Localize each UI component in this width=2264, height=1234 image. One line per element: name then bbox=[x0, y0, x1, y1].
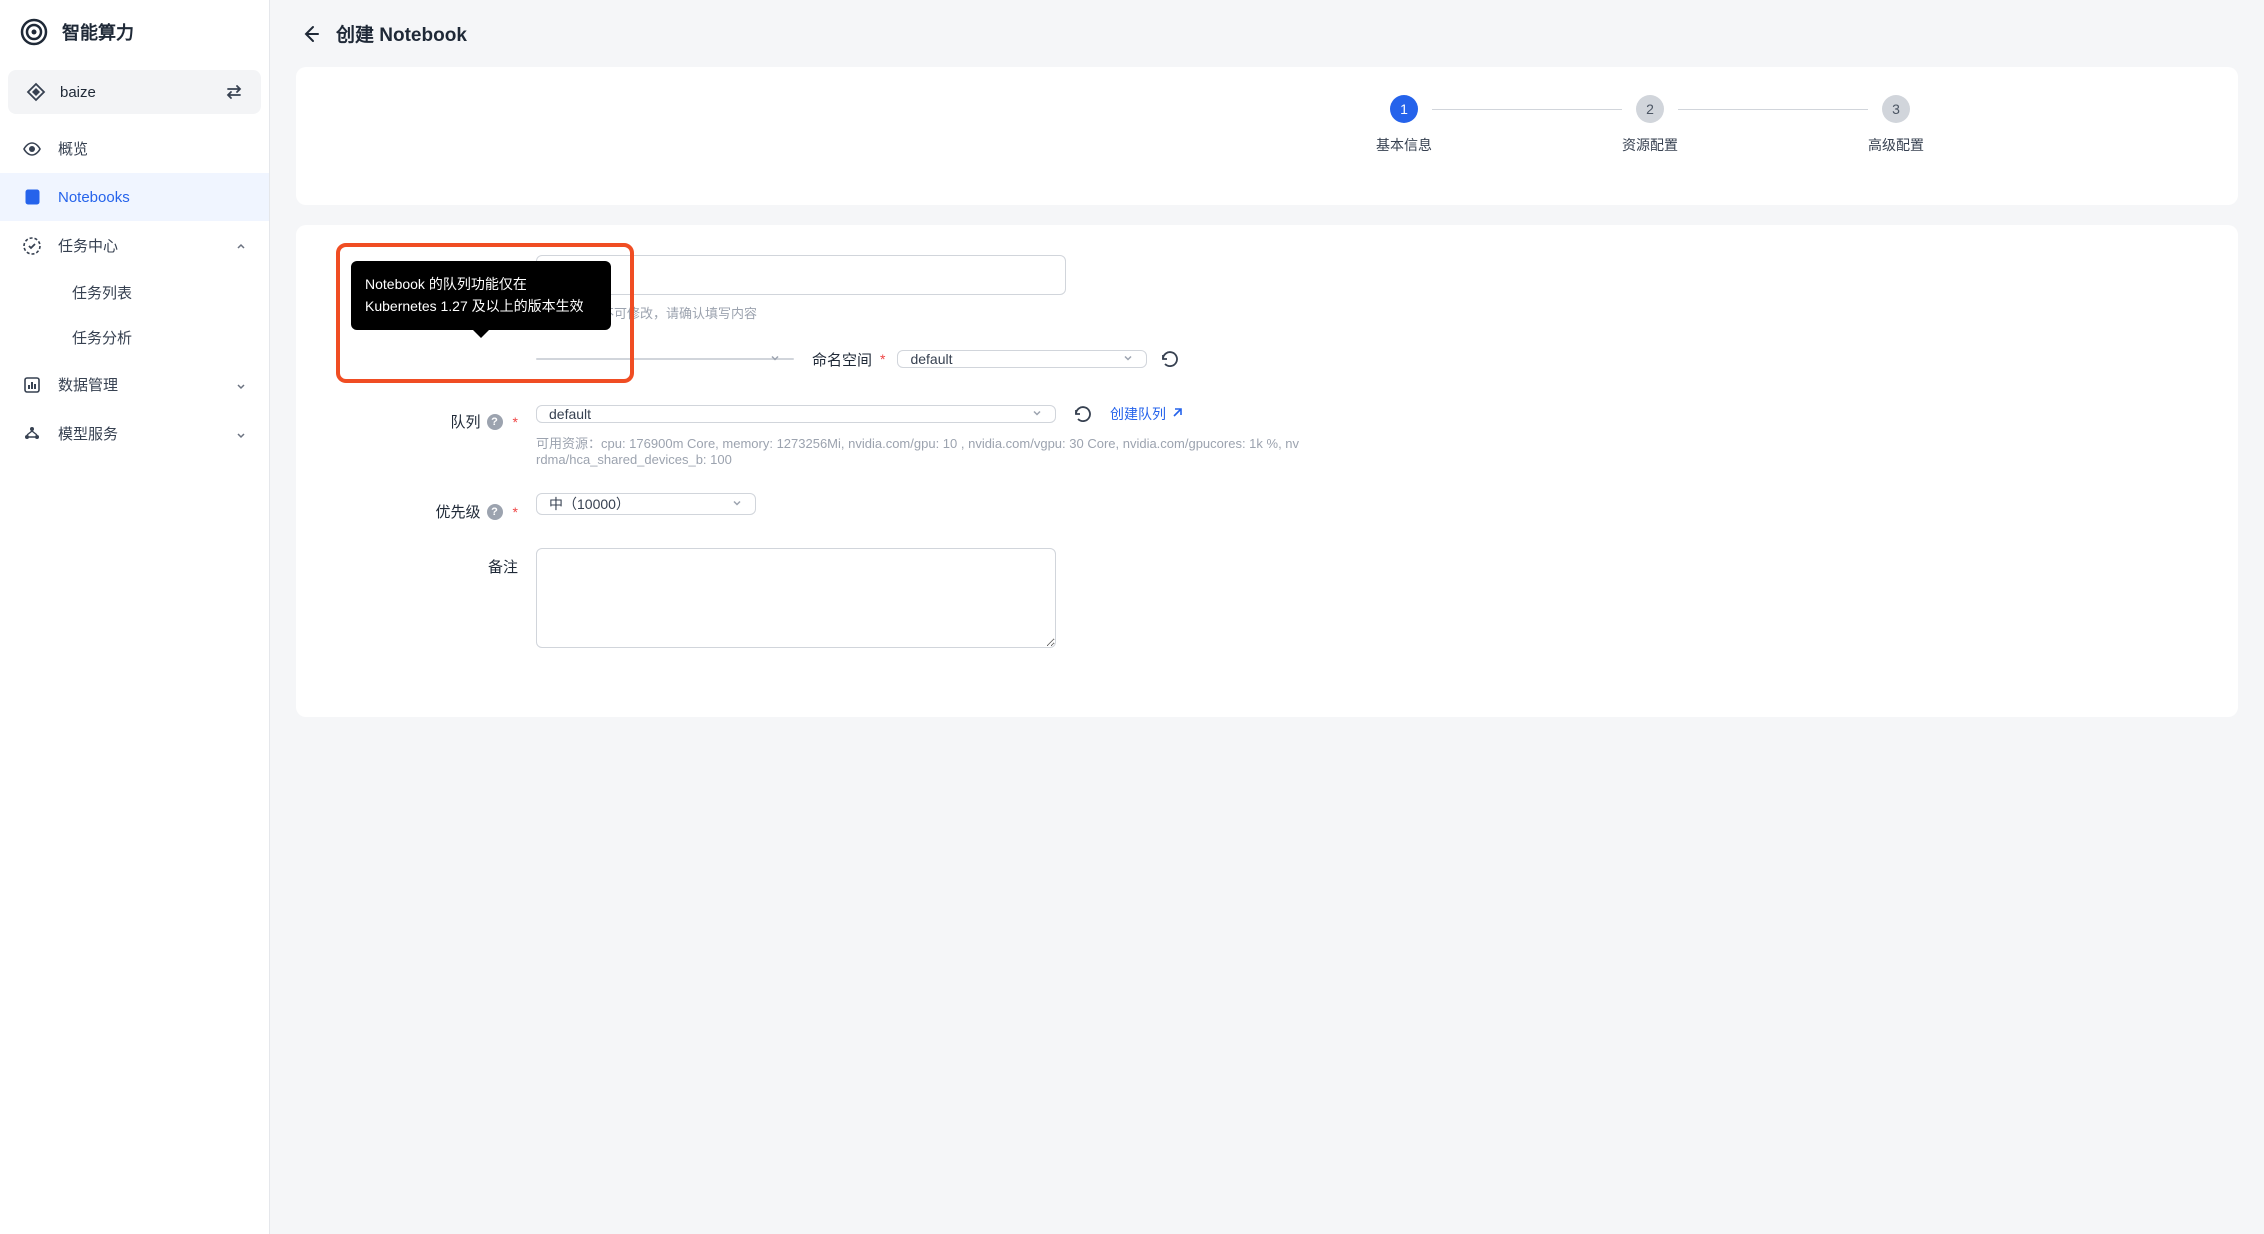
required-star: * bbox=[513, 504, 518, 520]
form-row-priority: 优先级 ? * 中（10000） bbox=[336, 493, 2198, 522]
form-card: Notebook 的队列功能仅在 Kubernetes 1.27 及以上的版本生… bbox=[296, 225, 2238, 717]
workspace-switcher[interactable]: baize bbox=[8, 70, 261, 114]
nav-item-notebooks[interactable]: Notebooks bbox=[0, 173, 269, 221]
queue-select[interactable]: default bbox=[536, 405, 1056, 423]
help-icon[interactable]: ? bbox=[487, 504, 503, 520]
form-row-location: 部署位置 命名空间 * de bbox=[336, 348, 2198, 377]
stepper-card: 1 基本信息 2 资源配置 3 高级配置 bbox=[296, 67, 2238, 205]
name-input[interactable] bbox=[536, 255, 1066, 295]
queue-value: default bbox=[536, 405, 1056, 423]
nav-item-tasks[interactable]: 任务中心 bbox=[0, 221, 269, 270]
priority-select[interactable]: 中（10000） bbox=[536, 493, 756, 515]
link-text: 创建队列 bbox=[1110, 404, 1166, 424]
step-number: 2 bbox=[1636, 95, 1664, 123]
main: 创建 Notebook 1 基本信息 2 资源配置 3 高级配置 bbox=[270, 0, 2264, 1234]
step-label: 基本信息 bbox=[1376, 135, 1432, 155]
nav-item-data[interactable]: 数据管理 bbox=[0, 360, 269, 409]
priority-value: 中（10000） bbox=[536, 493, 756, 515]
sidebar-header: 智能算力 bbox=[0, 18, 269, 66]
notebook-icon bbox=[22, 187, 42, 207]
nav-label: 模型服务 bbox=[58, 423, 219, 444]
priority-label: 优先级 bbox=[436, 501, 481, 522]
swap-icon[interactable] bbox=[225, 83, 243, 101]
refresh-namespace-button[interactable] bbox=[1159, 348, 1181, 370]
chart-icon bbox=[22, 375, 42, 395]
help-icon[interactable]: ? bbox=[487, 414, 503, 430]
step-advanced-config[interactable]: 3 高级配置 bbox=[1868, 95, 1924, 155]
required-star: * bbox=[513, 414, 518, 430]
chevron-up-icon bbox=[235, 240, 247, 252]
step-connector bbox=[1432, 109, 1622, 110]
step-resource-config[interactable]: 2 资源配置 bbox=[1622, 95, 1678, 155]
sidebar-title: 智能算力 bbox=[62, 19, 134, 45]
nav-label: 任务分析 bbox=[72, 327, 247, 348]
nav-label: 任务中心 bbox=[58, 235, 219, 256]
workspace-icon bbox=[26, 82, 46, 102]
eye-icon bbox=[22, 139, 42, 159]
nav-label: 概览 bbox=[58, 138, 247, 159]
namespace-label: 命名空间 bbox=[812, 349, 872, 370]
external-link-icon bbox=[1170, 406, 1184, 423]
workspace-name: baize bbox=[60, 84, 96, 101]
nav-item-model[interactable]: 模型服务 bbox=[0, 409, 269, 458]
task-icon bbox=[22, 236, 42, 256]
form-row-name: 名称 * 创建后名称不可修改，请确认填写内容 bbox=[336, 255, 2198, 322]
step-label: 资源配置 bbox=[1622, 135, 1678, 155]
queue-tooltip: Notebook 的队列功能仅在 Kubernetes 1.27 及以上的版本生… bbox=[351, 261, 611, 330]
page-header: 创建 Notebook bbox=[270, 0, 2264, 67]
nav-item-task-list[interactable]: 任务列表 bbox=[58, 270, 269, 315]
cluster-select[interactable] bbox=[536, 358, 794, 360]
required-star: * bbox=[880, 351, 885, 367]
back-button[interactable] bbox=[298, 22, 322, 46]
nav-label: Notebooks bbox=[58, 189, 247, 206]
nav-label: 数据管理 bbox=[58, 374, 219, 395]
resource-info: 可用资源：cpu: 176900m Core, memory: 1273256M… bbox=[536, 433, 1396, 467]
step-label: 高级配置 bbox=[1868, 135, 1924, 155]
create-queue-link[interactable]: 创建队列 bbox=[1110, 404, 1184, 424]
nav-list: 概览 Notebooks bbox=[0, 124, 269, 458]
step-number: 3 bbox=[1882, 95, 1910, 123]
nav-label: 任务列表 bbox=[72, 282, 247, 303]
remark-label: 备注 bbox=[488, 556, 518, 577]
sidebar: 智能算力 baize bbox=[0, 0, 270, 1234]
page-title: 创建 Notebook bbox=[336, 20, 467, 47]
step-basic-info[interactable]: 1 基本信息 bbox=[1376, 95, 1432, 155]
step-connector bbox=[1678, 109, 1868, 110]
step-number: 1 bbox=[1390, 95, 1418, 123]
queue-label: 队列 bbox=[451, 411, 481, 432]
namespace-select[interactable]: default bbox=[897, 350, 1147, 368]
name-helper: 创建后名称不可修改，请确认填写内容 bbox=[536, 303, 1066, 322]
form-row-remark: 备注 bbox=[336, 548, 2198, 651]
app-logo-icon bbox=[20, 18, 48, 46]
form-row-queue: 队列 ? * default bbox=[336, 403, 2198, 467]
chevron-down-icon bbox=[235, 428, 247, 440]
stepper: 1 基本信息 2 资源配置 3 高级配置 bbox=[1100, 95, 2200, 155]
chevron-down-icon bbox=[235, 379, 247, 391]
nav-item-task-analysis[interactable]: 任务分析 bbox=[58, 315, 269, 360]
model-icon bbox=[22, 424, 42, 444]
nav-item-overview[interactable]: 概览 bbox=[0, 124, 269, 173]
remark-textarea[interactable] bbox=[536, 548, 1056, 648]
namespace-value: default bbox=[897, 350, 1147, 368]
refresh-queue-button[interactable] bbox=[1072, 403, 1094, 425]
